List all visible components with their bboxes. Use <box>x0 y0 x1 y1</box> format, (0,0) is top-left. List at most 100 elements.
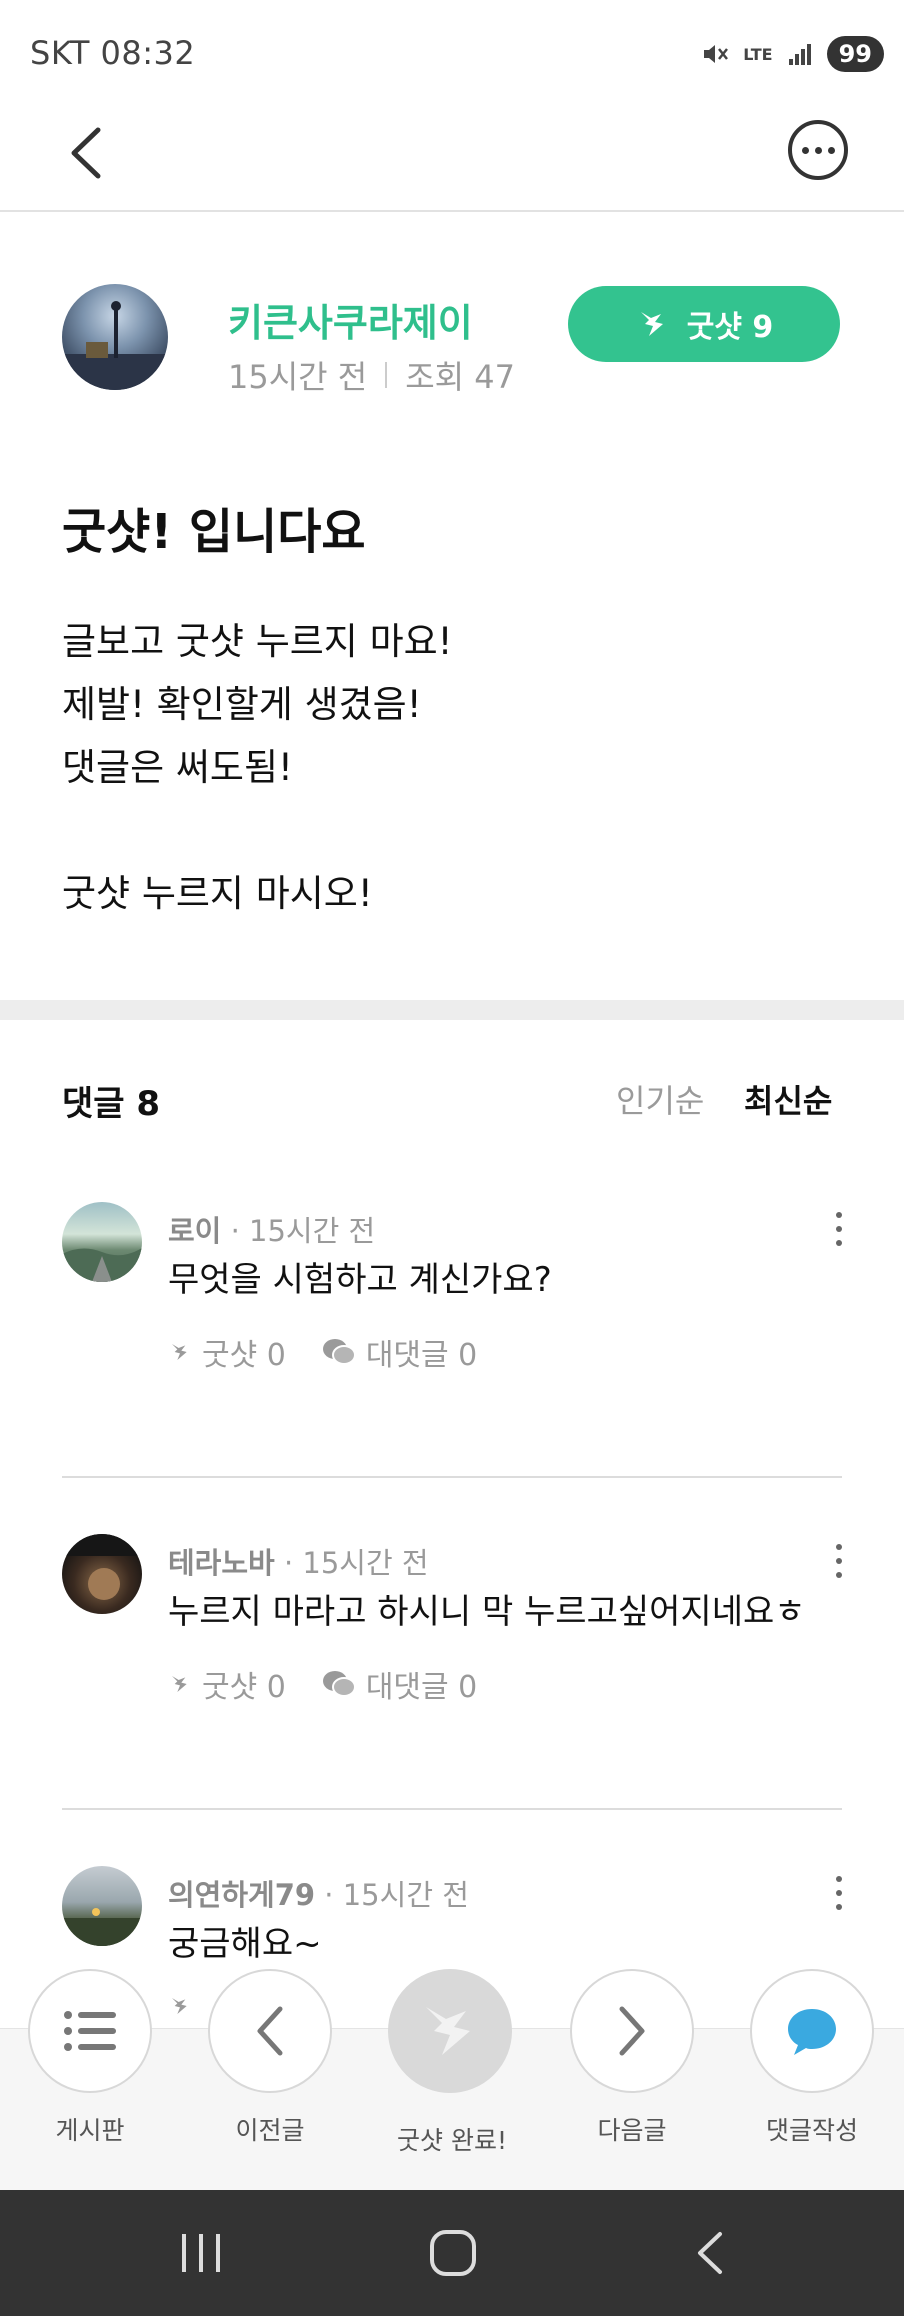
goodshot-done-label: 굿샷 완료! <box>397 2126 507 2155</box>
board-button[interactable]: 게시판 <box>0 1969 180 2191</box>
goodshot-hand-icon <box>640 312 663 336</box>
write-comment-circle[interactable] <box>750 1969 874 2093</box>
goodshot-hand-icon <box>172 1998 187 2014</box>
dot-icon <box>827 146 835 154</box>
speech-bubbles-icon <box>322 1339 356 1365</box>
comment-time: · 15시간 전 <box>283 1546 429 1580</box>
comment-reply-button[interactable]: 대댓글 0 <box>322 1662 477 1706</box>
comment-actions: 굿샷 0 대댓글 0 <box>168 1662 513 1706</box>
comment-author[interactable]: 테라노바 <box>168 1546 275 1580</box>
like-button[interactable]: 굿샷 9 <box>568 286 840 362</box>
top-nav <box>0 100 904 212</box>
commenter-avatar[interactable] <box>62 1202 142 1282</box>
comment-author[interactable]: 로이 <box>168 1214 221 1248</box>
comment-like-count: 굿샷 0 <box>202 1670 286 1705</box>
like-button-label: 굿샷 9 <box>686 310 774 345</box>
bottom-action-bar: 게시판 이전글 굿샷 완료! 다음글 댓글작성 <box>0 1969 904 2191</box>
comment-text: 궁금해요~ <box>168 1924 322 1964</box>
comment-text: 누르지 마라고 하시니 막 누르고싶어지네요ㅎ <box>168 1592 806 1632</box>
network-type: LTE <box>743 44 773 64</box>
next-post-circle[interactable] <box>570 1969 694 2093</box>
comment-actions: 굿샷 0 대댓글 0 <box>168 1330 513 1374</box>
chevron-right-icon <box>619 2006 645 2056</box>
home-icon[interactable] <box>428 2228 478 2278</box>
comment-reply-button[interactable]: 대댓글 0 <box>322 1330 477 1374</box>
write-comment-label: 댓글작성 <box>765 2116 858 2145</box>
comment-divider <box>62 1476 842 1478</box>
post-body: 글보고 굿샷 누르지 마요! 제발! 확인할게 생겼음! 댓글은 써도됨! 굿샷… <box>62 610 842 925</box>
comment-more-button[interactable] <box>834 1876 844 1910</box>
commenter-avatar[interactable] <box>62 1534 142 1614</box>
post-body-line: 굿샷 누르지 마시오! <box>62 872 373 915</box>
dot-icon <box>801 146 809 154</box>
system-back-icon[interactable] <box>690 2228 730 2278</box>
comment-reply-count: 대댓글 0 <box>365 1670 478 1705</box>
comments-count-title: 댓글 8 <box>62 1084 161 1124</box>
board-label: 게시판 <box>55 2116 125 2145</box>
post-time: 15시간 전 <box>228 358 368 396</box>
post-title: 굿샷! 입니다요 <box>62 504 366 560</box>
comment-text: 무엇을 시험하고 계신가요? <box>168 1260 552 1300</box>
prev-post-circle[interactable] <box>208 1969 332 2093</box>
comment-more-button[interactable] <box>834 1212 844 1246</box>
author-meta: 15시간 전 조회 47 <box>228 352 515 398</box>
goodshot-hand-icon <box>426 2007 470 2055</box>
post-body-line: 댓글은 써도됨! <box>62 746 293 789</box>
comment-meta: 의연하게79 · 15시간 전 <box>168 1872 469 1914</box>
goodshot-done-circle[interactable] <box>388 1969 512 2093</box>
next-post-label: 다음글 <box>597 2116 667 2145</box>
comment-bubble-icon <box>788 2009 836 2055</box>
comment-item: 테라노바 · 15시간 전 누르지 마라고 하시니 막 누르고싶어지네요ㅎ 굿샷… <box>0 1534 904 1866</box>
sort-latest-tab[interactable]: 최신순 <box>744 1076 832 1122</box>
comment-like-count: 굿샷 0 <box>202 1338 286 1373</box>
dot-icon <box>814 146 822 154</box>
avatar-photo <box>62 301 168 390</box>
battery-badge: 99 <box>826 36 884 72</box>
goodshot-done-button[interactable]: 굿샷 완료! <box>362 1969 542 2191</box>
chevron-left-icon <box>257 2006 283 2056</box>
status-bar: SKT 08:32 LTE 99 <box>0 0 904 100</box>
signal-icon <box>788 44 811 65</box>
back-button[interactable] <box>56 118 116 188</box>
author-avatar[interactable] <box>62 284 168 390</box>
meta-separator <box>385 362 388 388</box>
comment-like-button[interactable]: 굿샷 0 <box>168 1662 286 1706</box>
write-comment-button[interactable]: 댓글작성 <box>722 1969 902 2191</box>
post-body-line <box>62 799 842 862</box>
status-icons: LTE 99 <box>701 34 884 74</box>
section-divider <box>0 1000 904 1020</box>
more-options-button[interactable] <box>788 120 848 180</box>
next-post-button[interactable]: 다음글 <box>542 1969 722 2191</box>
status-carrier-time: SKT 08:32 <box>30 34 196 72</box>
comment-meta: 로이 · 15시간 전 <box>168 1208 375 1250</box>
goodshot-hand-icon <box>172 1344 187 1360</box>
commenter-avatar[interactable] <box>62 1866 142 1946</box>
post-body-line: 글보고 굿샷 누르지 마요! <box>62 620 453 663</box>
system-nav-bar <box>0 2190 904 2316</box>
mute-icon <box>704 45 729 63</box>
avatar-photo <box>62 1908 142 1946</box>
comment-like-button[interactable] <box>168 1994 192 2018</box>
comment-more-button[interactable] <box>834 1544 844 1578</box>
avatar-photo <box>62 1534 142 1600</box>
comment-author[interactable]: 의연하게79 <box>168 1878 315 1912</box>
recent-apps-icon[interactable] <box>176 2230 226 2276</box>
comment-time: · 15시간 전 <box>324 1878 469 1912</box>
comment-like-button[interactable]: 굿샷 0 <box>168 1330 286 1374</box>
board-button-circle[interactable] <box>28 1969 152 2093</box>
goodshot-hand-icon <box>172 1676 187 1692</box>
list-icon <box>64 2011 116 2051</box>
view-count: 조회 47 <box>405 358 515 396</box>
chevron-left-icon <box>71 127 101 179</box>
post-body-line: 제발! 확인할게 생겼음! <box>62 683 422 726</box>
speech-bubbles-icon <box>322 1671 356 1697</box>
comment-reply-count: 대댓글 0 <box>365 1338 478 1373</box>
prev-post-button[interactable]: 이전글 <box>180 1969 360 2191</box>
sort-popular-tab[interactable]: 인기순 <box>616 1076 704 1122</box>
comment-divider <box>62 1808 842 1810</box>
comment-meta: 테라노바 · 15시간 전 <box>168 1540 429 1582</box>
author-name[interactable]: 키큰사쿠라제이 <box>228 292 473 347</box>
prev-post-label: 이전글 <box>235 2116 305 2145</box>
comment-time: · 15시간 전 <box>230 1214 376 1248</box>
avatar-photo <box>62 1248 142 1282</box>
